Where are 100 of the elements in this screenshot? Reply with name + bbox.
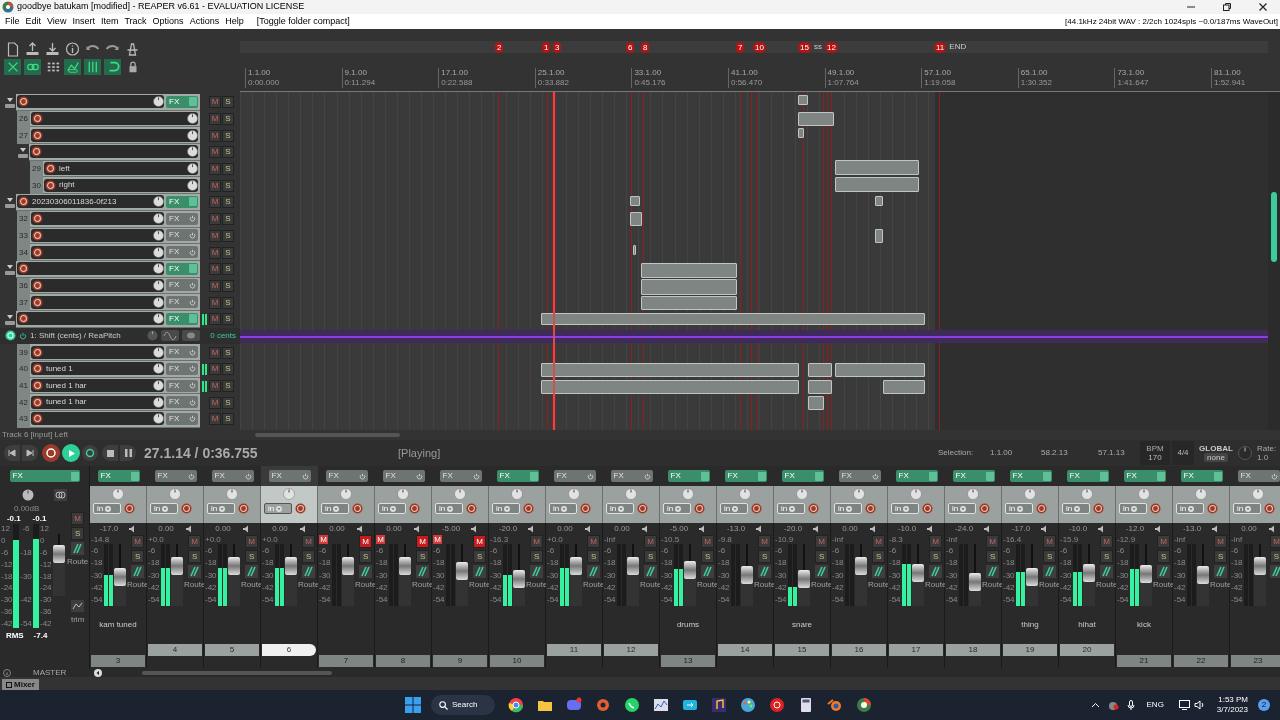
fx-button[interactable]: FX <box>553 470 596 482</box>
route-icon[interactable] <box>1270 565 1280 578</box>
record-arm-icon[interactable] <box>31 146 42 158</box>
track-name-field[interactable]: right <box>44 178 198 192</box>
record-arm-icon[interactable] <box>32 363 43 375</box>
track-number-tab[interactable]: 7 <box>319 655 373 667</box>
pan-knob[interactable] <box>22 489 34 501</box>
strip-top-panel[interactable]: in <box>660 486 717 523</box>
solo-button[interactable]: S <box>222 380 234 393</box>
solo-button[interactable]: S <box>222 129 234 142</box>
input-dropdown[interactable]: in <box>606 503 634 514</box>
fx-button[interactable]: FX <box>1123 470 1166 482</box>
input-dropdown[interactable]: in <box>321 503 349 514</box>
rate-knob[interactable] <box>1238 446 1252 460</box>
power-icon[interactable] <box>19 331 27 340</box>
route-icon[interactable] <box>416 565 430 578</box>
strip-top-panel[interactable]: in <box>888 486 945 523</box>
power-icon[interactable] <box>189 348 196 356</box>
mute-button[interactable]: M <box>209 179 221 192</box>
route-icon[interactable] <box>758 565 772 578</box>
music-note-icon[interactable] <box>711 697 727 713</box>
record-arm-icon[interactable] <box>32 346 43 358</box>
arrow-window-icon[interactable] <box>682 697 698 713</box>
input-dropdown[interactable]: in <box>834 503 862 514</box>
marker-flag[interactable]: 10 <box>753 41 766 53</box>
menu-item[interactable]: Item <box>97 14 122 29</box>
solo-button[interactable]: S <box>222 96 234 109</box>
input-dropdown[interactable]: in <box>777 503 805 514</box>
folder-icon[interactable] <box>17 145 29 159</box>
pan-knob[interactable] <box>153 96 164 108</box>
strip-top-panel[interactable]: in <box>1002 486 1059 523</box>
fx-button[interactable]: FX <box>166 379 198 392</box>
power-icon[interactable] <box>187 472 195 480</box>
marker-flag[interactable]: 12 <box>825 41 838 53</box>
strip-top-panel[interactable]: in <box>603 486 660 523</box>
track-number-tab[interactable]: 13 <box>661 655 715 667</box>
solo-button[interactable]: S <box>222 363 234 376</box>
record-arm-icon[interactable] <box>751 503 762 514</box>
route-icon[interactable] <box>302 565 316 578</box>
solo-button[interactable]: S <box>222 313 234 326</box>
track-number-tab[interactable]: 6 <box>262 644 316 656</box>
record-arm-icon[interactable] <box>580 503 591 514</box>
speaker-icon[interactable] <box>698 525 707 533</box>
solo-button[interactable]: S <box>222 346 234 359</box>
marker-flag[interactable]: 8 <box>641 41 650 53</box>
solo-button[interactable]: S <box>416 550 430 563</box>
mute-button[interactable]: M <box>209 363 221 376</box>
taskbar-search[interactable]: Search <box>431 695 495 715</box>
track-name-field[interactable]: tuned 1 <box>31 362 164 376</box>
record-arm-icon[interactable] <box>32 396 43 408</box>
route-icon[interactable] <box>986 565 1000 578</box>
solo-button[interactable]: S <box>530 550 544 563</box>
strip-top-panel[interactable]: in <box>774 486 831 523</box>
fader-handle[interactable] <box>342 557 354 576</box>
record-arm-icon[interactable] <box>32 296 43 308</box>
menu-item[interactable]: Help <box>222 14 247 29</box>
strip-top-panel[interactable]: in <box>489 486 546 523</box>
solo-button[interactable]: S <box>701 550 715 563</box>
restore-icon[interactable] <box>1222 2 1232 12</box>
microphone-icon[interactable] <box>1126 699 1135 711</box>
route-icon[interactable] <box>188 565 202 578</box>
palette-icon[interactable] <box>740 697 756 713</box>
skip-start-button[interactable] <box>4 445 20 461</box>
power-icon[interactable] <box>358 472 366 480</box>
route-icon[interactable] <box>1157 565 1171 578</box>
fader-handle[interactable] <box>285 557 297 576</box>
record-arm-icon[interactable] <box>808 503 819 514</box>
route-icon[interactable] <box>530 565 544 578</box>
solo-button[interactable]: S <box>1270 550 1280 563</box>
speaker-icon[interactable] <box>983 525 992 533</box>
route-icon[interactable] <box>644 565 658 578</box>
input-dropdown[interactable]: in <box>1005 503 1033 514</box>
fx-button[interactable]: FX <box>667 470 710 482</box>
fader-handle[interactable] <box>171 557 183 576</box>
solo-button[interactable]: S <box>222 396 234 409</box>
input-dropdown[interactable]: in <box>378 503 406 514</box>
pan-knob[interactable] <box>153 246 164 258</box>
track-number-tab[interactable]: 10 <box>490 655 544 667</box>
fader-handle[interactable] <box>912 563 924 582</box>
folder-icon[interactable] <box>4 312 16 326</box>
pan-knob[interactable] <box>153 346 164 358</box>
marker-flag[interactable]: 3 <box>553 41 562 53</box>
mute-button[interactable]: M <box>209 213 221 226</box>
fx-button[interactable]: FX <box>97 470 140 482</box>
pan-knob[interactable] <box>153 279 164 291</box>
chat-bubble-icon[interactable] <box>566 697 582 713</box>
solo-button[interactable]: S <box>222 263 234 276</box>
solo-button[interactable]: S <box>815 550 829 563</box>
solo-button[interactable]: S <box>222 229 234 242</box>
folder-icon[interactable] <box>4 195 16 209</box>
fx-button[interactable]: FX <box>166 279 198 292</box>
fx-button[interactable]: FX <box>724 470 767 482</box>
fx-button[interactable]: FX <box>382 470 425 482</box>
track-number-tab[interactable]: 17 <box>889 644 943 656</box>
pan-knob[interactable] <box>153 263 164 275</box>
solo-button[interactable]: S <box>71 527 85 540</box>
speaker-icon[interactable] <box>1097 525 1106 533</box>
info-icon[interactable] <box>3 668 11 677</box>
mute-button[interactable]: M <box>359 535 373 548</box>
solo-button[interactable]: S <box>222 246 234 259</box>
